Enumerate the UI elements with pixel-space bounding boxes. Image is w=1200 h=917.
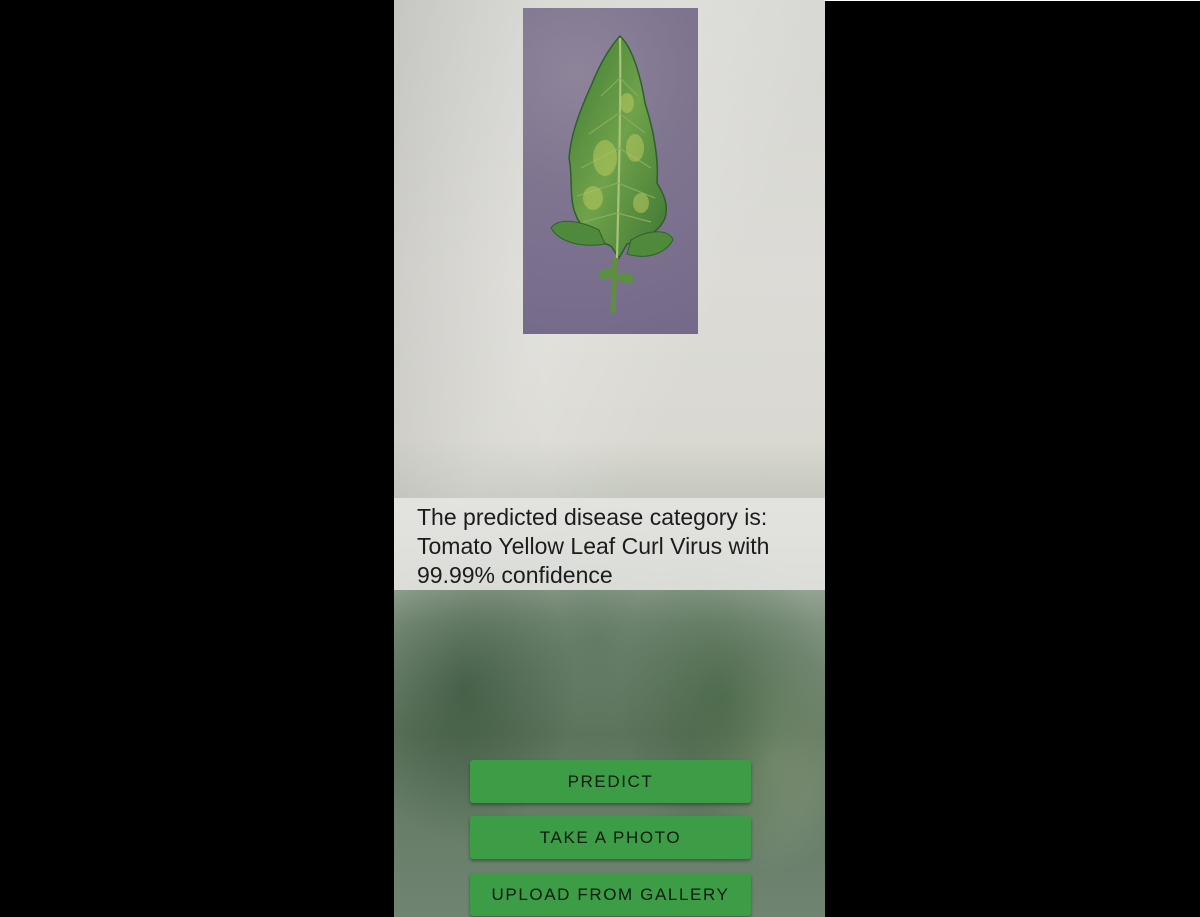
divider-line [825,0,1200,1]
prediction-result-panel: The predicted disease category is: Tomat… [394,498,825,590]
app-screen: The predicted disease category is: Tomat… [394,0,825,917]
result-line-1: The predicted disease category is: [417,504,768,530]
result-line-3: 99.99% confidence [417,562,613,588]
upload-from-gallery-button[interactable]: UPLOAD FROM GALLERY [470,873,751,916]
screen-stage: The predicted disease category is: Tomat… [0,0,1200,917]
predict-button[interactable]: PREDICT [470,760,751,803]
result-line-2: Tomato Yellow Leaf Curl Virus with [417,533,770,559]
tomato-leaf-icon [550,34,674,314]
take-photo-button[interactable]: TAKE A PHOTO [470,816,751,859]
prediction-result-text: The predicted disease category is: Tomat… [417,503,812,590]
leaf-photo [523,8,698,334]
